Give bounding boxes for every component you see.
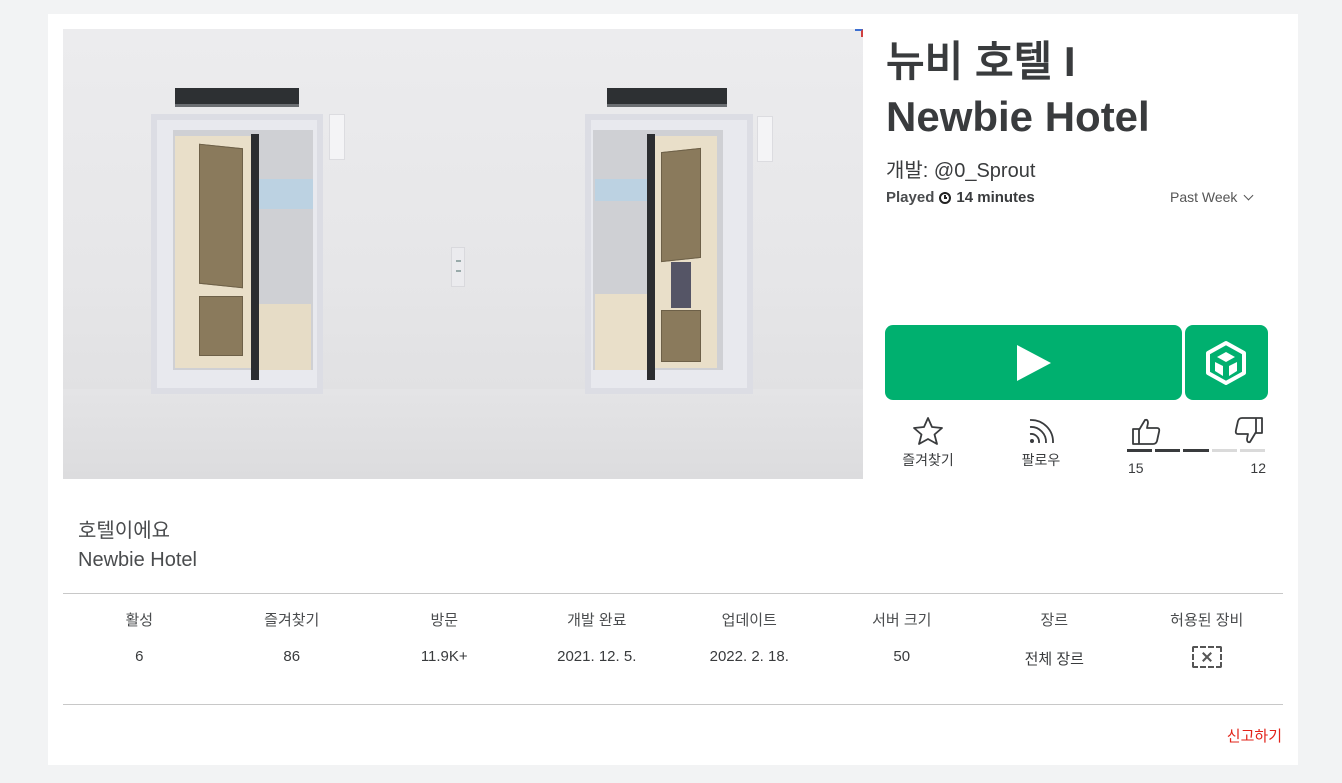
follow-label: 팔로우 [1021, 452, 1061, 468]
follow-button[interactable]: 팔로우 [1009, 416, 1073, 470]
stat-value: 2022. 2. 18. [709, 648, 789, 665]
stat-value: 6 [135, 648, 144, 665]
stat-label: 방문 [430, 612, 459, 629]
stat-label: 즐겨찾기 [264, 612, 320, 629]
thumbs-up-icon [1132, 418, 1161, 445]
chevron-down-icon [1243, 190, 1254, 201]
game-thumbnail[interactable] [63, 29, 863, 479]
play-button[interactable] [885, 325, 1182, 400]
description-line2: Newbie Hotel [78, 549, 197, 571]
upvote-button[interactable] [1128, 416, 1164, 449]
game-details-card: 뉴비 호텔 I Newbie Hotel 개발: @0_Sprout Playe… [48, 14, 1298, 765]
thumbnail-corner-mark [855, 29, 863, 37]
thumbnail-call-button [451, 247, 465, 287]
stat-genre: 장르 전체 장르 [978, 609, 1131, 672]
cube-icon [1206, 341, 1246, 385]
creator-link[interactable]: 개발: @0_Sprout [886, 154, 1035, 183]
favorite-label: 즐겨찾기 [902, 452, 954, 468]
play-icon [1017, 345, 1051, 381]
stat-allowed-gear: 허용된 장비 [1131, 609, 1284, 672]
report-abuse-link[interactable]: 신고하기 [1227, 725, 1282, 746]
stat-label: 허용된 장비 [1170, 612, 1244, 629]
game-description: 호텔이에요 Newbie Hotel [78, 517, 197, 575]
description-line1: 호텔이에요 [78, 520, 170, 542]
game-stats-table: 활성 6 즐겨찾기 86 방문 11.9K+ 개발 완료 2021. 12. 5… [63, 609, 1283, 672]
playtime-info: Played 14 minutes [886, 189, 1035, 206]
rss-icon [1029, 419, 1054, 444]
thumbnail-floor [63, 389, 863, 479]
stat-visits: 방문 11.9K+ [368, 609, 521, 672]
vote-bar-segment-filled [1155, 449, 1181, 452]
stat-value [1131, 646, 1284, 672]
stat-value: 50 [893, 648, 911, 665]
game-title: 뉴비 호텔 I Newbie Hotel [886, 34, 1286, 144]
period-dropdown-label: Past Week [1170, 189, 1238, 205]
star-icon [913, 417, 943, 445]
stat-favorites: 즐겨찾기 86 [216, 609, 369, 672]
studio-cube-button[interactable] [1185, 325, 1268, 400]
stat-label: 장르 [1040, 612, 1069, 629]
vote-bar-segment-empty [1239, 449, 1266, 452]
stat-created: 개발 완료 2021. 12. 5. [521, 609, 674, 672]
stat-label: 업데이트 [721, 612, 777, 629]
stat-active: 활성 6 [63, 609, 216, 672]
stat-server-size: 서버 크기 50 [826, 609, 979, 672]
stat-value: 11.9K+ [420, 648, 468, 665]
favorite-button[interactable]: 즐겨찾기 [894, 416, 962, 470]
vote-ratio-bar [1127, 449, 1266, 452]
played-label: Played [886, 189, 935, 206]
clock-icon [939, 191, 952, 204]
stat-value: 86 [283, 648, 301, 665]
stat-value: 전체 장르 [1024, 651, 1084, 668]
divider-bottom [63, 704, 1283, 705]
vote-bar-segment-filled [1127, 449, 1153, 452]
stat-label: 서버 크기 [872, 612, 932, 629]
period-dropdown[interactable]: Past Week [1170, 189, 1254, 205]
divider-top [63, 593, 1283, 594]
vote-bar-segment-empty [1211, 449, 1237, 452]
vote-bar-segment-filled [1183, 449, 1209, 452]
upvote-count: 15 [1128, 460, 1144, 476]
played-value: 14 minutes [956, 189, 1035, 206]
stat-updated: 업데이트 2022. 2. 18. [673, 609, 826, 672]
downvote-button[interactable] [1231, 416, 1267, 449]
stat-label: 활성 [125, 612, 154, 629]
downvote-count: 12 [1250, 460, 1266, 476]
stat-label: 개발 완료 [567, 612, 627, 629]
stat-value: 2021. 12. 5. [557, 648, 637, 665]
game-title-line2: Newbie Hotel [886, 93, 1150, 140]
no-gear-icon [1191, 646, 1222, 668]
game-title-line1: 뉴비 호텔 I [886, 38, 1076, 85]
thumbs-down-icon [1234, 417, 1263, 444]
